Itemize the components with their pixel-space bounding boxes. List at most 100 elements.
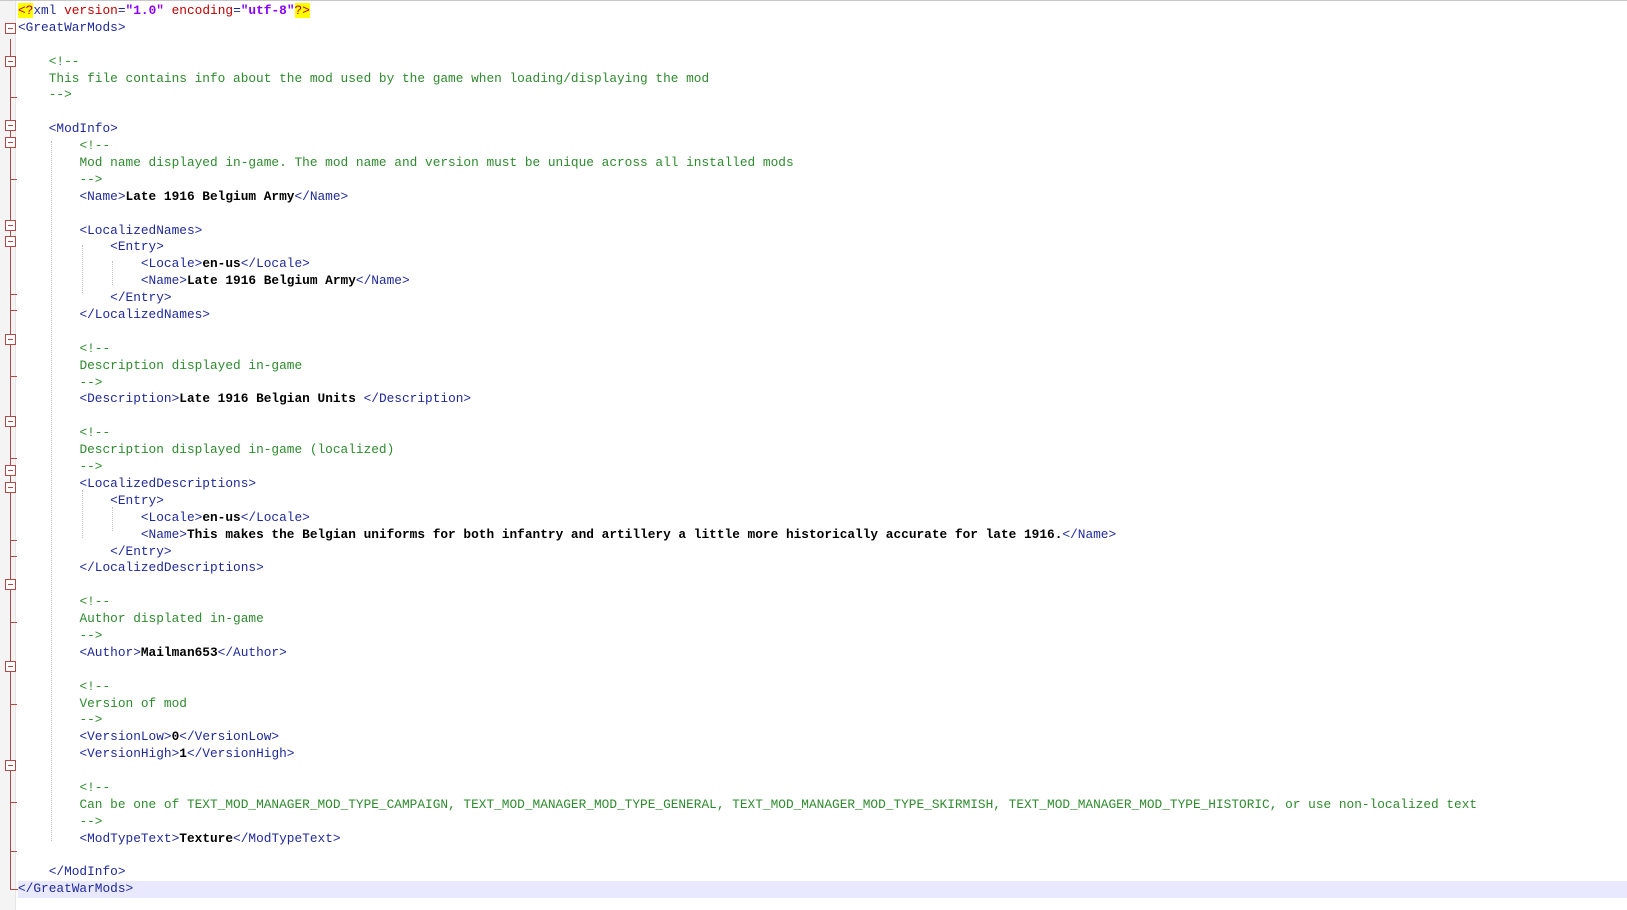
code-line[interactable]: --> [18,628,1627,645]
fold-toggle-author-comment[interactable] [5,579,16,590]
code-line[interactable]: <Entry> [18,493,1627,510]
element-text: en-us [202,509,241,525]
code-line[interactable]: Version of mod [18,696,1627,713]
code-line[interactable]: <!-- [18,425,1627,442]
xml-tag: <Description> [79,391,180,407]
fold-toggle-modinfo[interactable] [5,120,16,131]
code-line[interactable]: <!-- [18,341,1627,358]
code-line[interactable]: <!-- [18,594,1627,611]
code-line[interactable]: Can be one of TEXT_MOD_MANAGER_MOD_TYPE_… [18,797,1627,814]
xml-tag: </Name> [1062,526,1117,542]
xml-tag: <VersionHigh> [79,746,180,762]
code-line[interactable]: <!-- [18,679,1627,696]
code-line[interactable] [18,324,1627,341]
xml-editor[interactable]: <?xml version="1.0" encoding="utf-8"?> <G… [0,0,1627,910]
code-line[interactable]: <Entry> [18,239,1627,256]
code-line[interactable]: </ModInfo> [18,864,1627,881]
code-line[interactable]: --> [18,172,1627,189]
code-line[interactable]: <Locale>en-us</Locale> [18,510,1627,527]
fold-toggle-version-comment[interactable] [5,661,16,672]
xml-comment: --> [79,459,103,475]
code-line[interactable]: <VersionLow>0</VersionLow> [18,729,1627,746]
code-line[interactable]: <Description>Late 1916 Belgian Units </D… [18,391,1627,408]
code-line[interactable]: <Name>Late 1916 Belgium Army</Name> [18,273,1627,290]
xml-tag: <Locale> [140,509,203,525]
code-line[interactable] [18,408,1627,425]
xml-comment: --> [79,627,103,643]
code-line[interactable]: <ModInfo> [18,121,1627,138]
fold-end-marker [10,540,17,541]
code-line[interactable]: This file contains info about the mod us… [18,71,1627,88]
fold-end-marker [10,802,17,803]
xml-tag: <Name> [140,273,187,289]
fold-toggle-localizednames-entry[interactable] [5,236,16,247]
fold-toggle-description-comment[interactable] [5,334,16,345]
xml-tag: </Name> [294,188,349,204]
code-line[interactable]: </Entry> [18,290,1627,307]
code-line[interactable]: <?xml version="1.0" encoding="utf-8"?> [18,3,1627,20]
fold-toggle-localized-description-comment[interactable] [5,416,16,427]
code-line[interactable]: --> [18,814,1627,831]
code-line[interactable]: Description displayed in-game [18,358,1627,375]
fold-toggle-greatwarmods[interactable] [5,23,16,34]
fold-toggle-localizeddescriptions-entry[interactable] [5,482,16,493]
code-line[interactable]: </LocalizedDescriptions> [18,560,1627,577]
xml-comment: --> [48,87,72,103]
code-line[interactable]: --> [18,375,1627,392]
code-line[interactable]: </LocalizedNames> [18,307,1627,324]
code-line[interactable]: --> [18,712,1627,729]
code-line[interactable]: <GreatWarMods> [18,20,1627,37]
code-area[interactable]: <?xml version="1.0" encoding="utf-8"?> <G… [18,3,1627,899]
code-line[interactable]: <!-- [18,138,1627,155]
code-line[interactable]: <Author>Mailman653</Author> [18,645,1627,662]
code-line[interactable] [18,577,1627,594]
code-line[interactable] [18,104,1627,121]
code-line[interactable]: <ModTypeText>Texture</ModTypeText> [18,831,1627,848]
code-line[interactable]: <Name>This makes the Belgian uniforms fo… [18,527,1627,544]
xml-tag: </Entry> [110,543,172,559]
code-line[interactable] [18,37,1627,54]
code-line[interactable]: Author displated in-game [18,611,1627,628]
code-line[interactable]: <LocalizedDescriptions> [18,476,1627,493]
code-line[interactable]: --> [18,87,1627,104]
code-line[interactable]: </Entry> [18,544,1627,561]
code-line[interactable]: <!-- [18,780,1627,797]
code-line-current[interactable]: </GreatWarMods> [18,881,1627,899]
fold-end-marker [10,889,18,890]
code-line[interactable]: <!-- [18,54,1627,71]
fold-toggle-modtype-comment[interactable] [5,760,16,771]
fold-toggle-name-comment[interactable] [5,137,16,148]
fold-toggle-localizeddescriptions[interactable] [5,465,16,476]
element-text: Mailman653 [140,644,218,660]
xml-comment: Mod name displayed in-game. The mod name… [79,155,794,171]
code-line[interactable]: <Name>Late 1916 Belgium Army</Name> [18,189,1627,206]
code-line[interactable]: --> [18,459,1627,476]
code-line[interactable]: <VersionHigh>1</VersionHigh> [18,746,1627,763]
code-line[interactable] [18,848,1627,865]
code-line[interactable] [18,206,1627,223]
code-line[interactable]: Mod name displayed in-game. The mod name… [18,155,1627,172]
code-line[interactable] [18,662,1627,679]
attribute-name: version [64,3,118,18]
fold-end-marker [10,458,17,459]
code-line[interactable]: <Locale>en-us</Locale> [18,256,1627,273]
attribute-name: encoding [171,3,234,18]
fold-toggle-header-comment[interactable] [5,56,16,67]
xml-tag: <Author> [79,644,141,660]
fold-toggle-localizednames[interactable] [5,220,16,231]
xml-tag: <Name> [140,526,187,542]
xml-comment: --> [79,374,103,390]
code-line[interactable] [18,763,1627,780]
code-line[interactable]: <LocalizedNames> [18,223,1627,240]
code-line[interactable]: Description displayed in-game (localized… [18,442,1627,459]
xml-comment: --> [79,171,103,187]
